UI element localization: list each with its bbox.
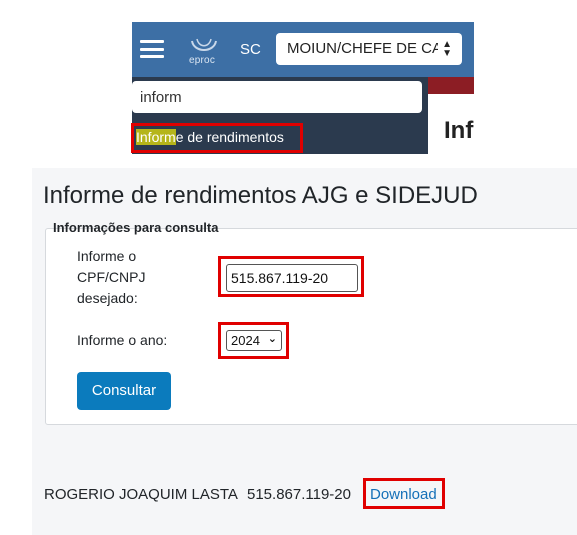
cpf-label-line: Informe o (77, 248, 137, 264)
logo-text: eproc (189, 55, 216, 66)
result-name: ROGERIO JOAQUIM LASTA (44, 486, 238, 503)
result-cpf: 515.867.119-20 (247, 486, 351, 503)
consultar-button[interactable]: Consultar (77, 372, 171, 410)
region-label[interactable]: SC (240, 41, 261, 58)
cpf-label-line: CPF/CNPJ (77, 269, 146, 285)
hamburger-menu-icon[interactable] (140, 40, 164, 58)
role-select-value: MOIUN/CHEFE DE CA (287, 40, 443, 57)
highlight-box-cpf (218, 256, 364, 297)
main-content-peek: Inf (428, 77, 474, 154)
fieldset-legend: Informações para consulta (53, 220, 219, 235)
cpf-label-line: desejado: (77, 290, 138, 306)
page-title: Informe de rendimentos AJG e SIDEJUD (43, 182, 478, 209)
header-stripe (428, 77, 474, 94)
highlight-box-year (218, 322, 289, 359)
highlight-box-menu-item (131, 123, 303, 153)
menu-search-input[interactable]: inform (132, 81, 422, 113)
page-title-fragment: Inf (444, 117, 474, 144)
highlight-box-download (363, 478, 445, 509)
role-select[interactable]: MOIUN/CHEFE DE CA ▲ ▼ (276, 33, 462, 65)
select-arrows-icon: ▲ ▼ (438, 40, 452, 59)
menu-search-value: inform (140, 89, 182, 106)
year-label: Informe o ano: (77, 332, 168, 348)
cpf-label: Informe o CPF/CNPJ desejado: (77, 246, 145, 309)
top-navbar: eproc SC MOIUN/CHEFE DE CA ▲ ▼ (132, 22, 474, 77)
